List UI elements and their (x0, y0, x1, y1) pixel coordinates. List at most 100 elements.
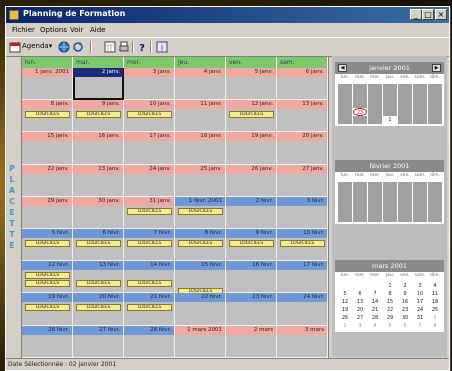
calendar-day[interactable]: 29 (338, 116, 352, 124)
calendar-day[interactable]: 18 (428, 198, 442, 206)
calendar-day[interactable]: 15 (338, 100, 352, 108)
calendar-day[interactable]: 27 (413, 108, 427, 116)
training-event[interactable]: LOGICIELS (127, 207, 172, 215)
day-cell[interactable]: 19 janv. (226, 132, 277, 165)
calendar-day[interactable]: 28 (428, 108, 442, 116)
day-cell[interactable]: 2 mars (226, 325, 277, 358)
training-event[interactable]: LOGICIELS (25, 111, 70, 119)
calendar-day[interactable]: 25 (428, 306, 442, 314)
day-cell[interactable]: 16 janv. (73, 132, 124, 165)
calendar-day[interactable]: 9 (353, 92, 367, 100)
calendar-day[interactable]: 18 (383, 100, 397, 108)
day-cell[interactable]: 15 janv. (22, 132, 73, 165)
menu-fichier[interactable]: Fichier (12, 26, 35, 34)
calendar-day[interactable]: 26 (338, 214, 352, 222)
calendar-day[interactable] (353, 282, 367, 290)
calendar-day[interactable]: 23 (398, 206, 412, 214)
calendar-day[interactable]: 3 (368, 84, 382, 92)
calendar-day[interactable]: 9 (398, 290, 412, 298)
calendar-day[interactable]: 29 (338, 182, 352, 190)
calendar-day[interactable]: 13 (353, 198, 367, 206)
maximize-button[interactable]: □ (422, 9, 434, 20)
calendar-day[interactable]: 3 (413, 182, 427, 190)
training-event[interactable]: LOGICIELS (76, 111, 121, 119)
calendar-day[interactable]: 14 (368, 198, 382, 206)
calendar-day[interactable]: 16 (353, 100, 367, 108)
day-cell[interactable]: 25 janv. (175, 164, 226, 197)
calendar-day[interactable]: 24 (413, 306, 427, 314)
calendar-day[interactable]: 1 (383, 214, 397, 222)
training-event[interactable]: LOGICIELS (25, 304, 70, 312)
day-cell[interactable]: 13 janv. (277, 100, 328, 133)
calendar-day[interactable]: 30 (353, 116, 367, 124)
calendar-day[interactable]: 12 (398, 92, 412, 100)
calendar-day[interactable]: 7 (368, 290, 382, 298)
calendar-day[interactable]: 9 (398, 190, 412, 198)
calendar-day[interactable]: 6 (413, 84, 427, 92)
calendar-day[interactable]: 26 (398, 108, 412, 116)
calendar-day[interactable]: 27 (353, 314, 367, 322)
day-cell[interactable]: 3 janv. (124, 68, 175, 101)
calendar-day[interactable]: 20 (353, 306, 367, 314)
training-event[interactable]: LOGICIELS (76, 280, 121, 288)
calendar-day[interactable]: 4 (428, 214, 442, 222)
calendar-day[interactable]: 15 (383, 198, 397, 206)
calendar-day[interactable]: 3 (353, 322, 367, 330)
calendar-day[interactable]: 18 (428, 298, 442, 306)
calendar-day[interactable]: 29 (383, 314, 397, 322)
calendar-day[interactable]: 1 (428, 314, 442, 322)
calendar-day[interactable]: 1 (338, 84, 352, 92)
calendar-day[interactable]: 8 (383, 290, 397, 298)
calendar-day[interactable]: 5 (338, 290, 352, 298)
info-icon[interactable]: i (156, 41, 168, 53)
calendar-day[interactable]: 5 (398, 84, 412, 92)
calendar-day[interactable]: 7 (368, 190, 382, 198)
calendar-day[interactable]: 22 (383, 206, 397, 214)
calendar-day[interactable]: 24 (413, 206, 427, 214)
calendar-day[interactable]: 12 (338, 298, 352, 306)
calendar-day[interactable]: 15 (383, 298, 397, 306)
calendar-day[interactable] (368, 282, 382, 290)
calendar-day[interactable]: 14 (368, 298, 382, 306)
calendar-day[interactable]: 7 (428, 84, 442, 92)
day-cell[interactable]: 1 janv. 2001 (22, 68, 73, 101)
day-cell[interactable]: 3 mars (277, 325, 328, 358)
training-event[interactable]: LOGICIELS (76, 240, 121, 247)
calendar-day[interactable]: 6 (398, 322, 412, 330)
training-event[interactable]: LOGICIELS (127, 280, 172, 288)
calendar-day[interactable]: 1 (383, 282, 397, 290)
calendar-day[interactable]: 24 (368, 108, 382, 116)
day-cell[interactable]: 4 janv. (175, 68, 226, 101)
calendar-day[interactable]: 2 (398, 182, 412, 190)
day-cell[interactable]: 24 janv. (124, 164, 175, 197)
day-cell[interactable]: 1 mars 2001 (175, 325, 226, 358)
calendar-day[interactable]: 31 (413, 314, 427, 322)
training-event[interactable]: LOGICIELS (280, 240, 325, 247)
calendar-day[interactable]: 1 (383, 116, 397, 124)
day-cell[interactable]: 18 janv. (175, 132, 226, 165)
calendar-day[interactable]: 21 (368, 206, 382, 214)
day-cell[interactable]: 20 janv. (277, 132, 328, 165)
calendar-day[interactable]: 1 (383, 182, 397, 190)
calendar-day[interactable]: 6 (353, 190, 367, 198)
calendar-day[interactable]: 5 (383, 322, 397, 330)
agenda-dropdown[interactable]: Agenda▾ (22, 41, 52, 53)
print-icon[interactable] (118, 41, 130, 53)
training-event[interactable]: LOGICIELS (76, 304, 121, 312)
calendar-day[interactable]: 17 (413, 198, 427, 206)
calendar-day[interactable]: 19 (338, 306, 352, 314)
calendar-day[interactable]: 23 (353, 108, 367, 116)
day-cell[interactable]: 29 janv. (22, 196, 73, 229)
calendar-day[interactable]: 8 (338, 92, 352, 100)
minimize-button[interactable]: _ (410, 9, 422, 20)
day-cell[interactable]: 22 janv. (22, 164, 73, 197)
day-cell[interactable]: 2 janv. (73, 68, 124, 101)
day-cell[interactable]: 22 févr. (175, 293, 226, 326)
day-cell[interactable]: 16 févr. (226, 261, 277, 294)
calendar-day[interactable]: 17 (413, 298, 427, 306)
day-cell[interactable]: 28 févr. (124, 325, 175, 358)
training-event[interactable]: LOGICIELS (229, 240, 274, 247)
training-event[interactable]: LOGICIELS (25, 280, 70, 288)
calendar-day[interactable] (338, 282, 352, 290)
day-cell[interactable]: 6 janv. (277, 68, 328, 101)
